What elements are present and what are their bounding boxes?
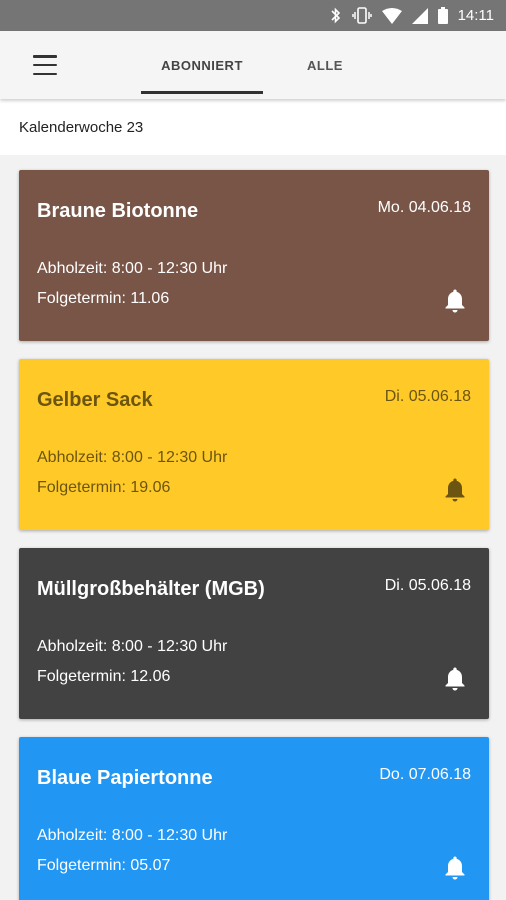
card-date: Mo. 04.06.18 (377, 199, 471, 216)
card-pickup-time: Abholzeit: 8:00 - 12:30 Uhr (37, 260, 228, 277)
pickup-card-gelber-sack[interactable]: Gelber Sack Di. 05.06.18 Abholzeit: 8:00… (19, 359, 489, 530)
tab-alle[interactable]: ALLE (265, 31, 385, 99)
card-next-date: Folgetermin: 05.07 (37, 857, 171, 874)
card-title: Müllgroßbehälter (MGB) (37, 578, 265, 600)
app-bar: ABONNIERT ALLE (0, 31, 506, 99)
card-pickup-time: Abholzeit: 8:00 - 12:30 Uhr (37, 638, 228, 655)
battery-icon (437, 7, 448, 24)
bell-icon[interactable] (443, 477, 467, 503)
card-title: Gelber Sack (37, 389, 153, 411)
active-tab-indicator (141, 91, 263, 94)
card-date: Do. 07.06.18 (379, 766, 471, 783)
hamburger-menu-icon[interactable] (33, 55, 57, 75)
card-date: Di. 05.06.18 (384, 577, 471, 594)
bell-icon[interactable] (443, 288, 467, 314)
tab-abonniert[interactable]: ABONNIERT (141, 31, 263, 99)
bell-icon[interactable] (443, 855, 467, 881)
card-next-date: Folgetermin: 19.06 (37, 479, 171, 496)
signal-icon (411, 7, 428, 24)
card-next-date: Folgetermin: 12.06 (37, 668, 171, 685)
vibrate-icon (351, 7, 372, 24)
bluetooth-icon (330, 7, 342, 24)
pickup-card-braune-biotonne[interactable]: Braune Biotonne Mo. 04.06.18 Abholzeit: … (19, 170, 489, 341)
status-bar: 14:11 (0, 0, 506, 31)
status-time: 14:11 (457, 7, 494, 24)
card-next-date: Folgetermin: 11.06 (37, 290, 170, 307)
pickup-card-muellgrossbehaelter[interactable]: Müllgroßbehälter (MGB) Di. 05.06.18 Abho… (19, 548, 489, 719)
card-date: Di. 05.06.18 (384, 388, 471, 405)
card-pickup-time: Abholzeit: 8:00 - 12:30 Uhr (37, 449, 228, 466)
card-pickup-time: Abholzeit: 8:00 - 12:30 Uhr (37, 827, 228, 844)
card-title: Braune Biotonne (37, 200, 199, 222)
bell-icon[interactable] (443, 666, 467, 692)
wifi-icon (381, 7, 402, 24)
pickup-card-blaue-papiertonne[interactable]: Blaue Papiertonne Do. 07.06.18 Abholzeit… (19, 737, 489, 900)
week-label: Kalenderwoche 23 (19, 119, 144, 136)
card-title: Blaue Papiertonne (37, 767, 213, 789)
